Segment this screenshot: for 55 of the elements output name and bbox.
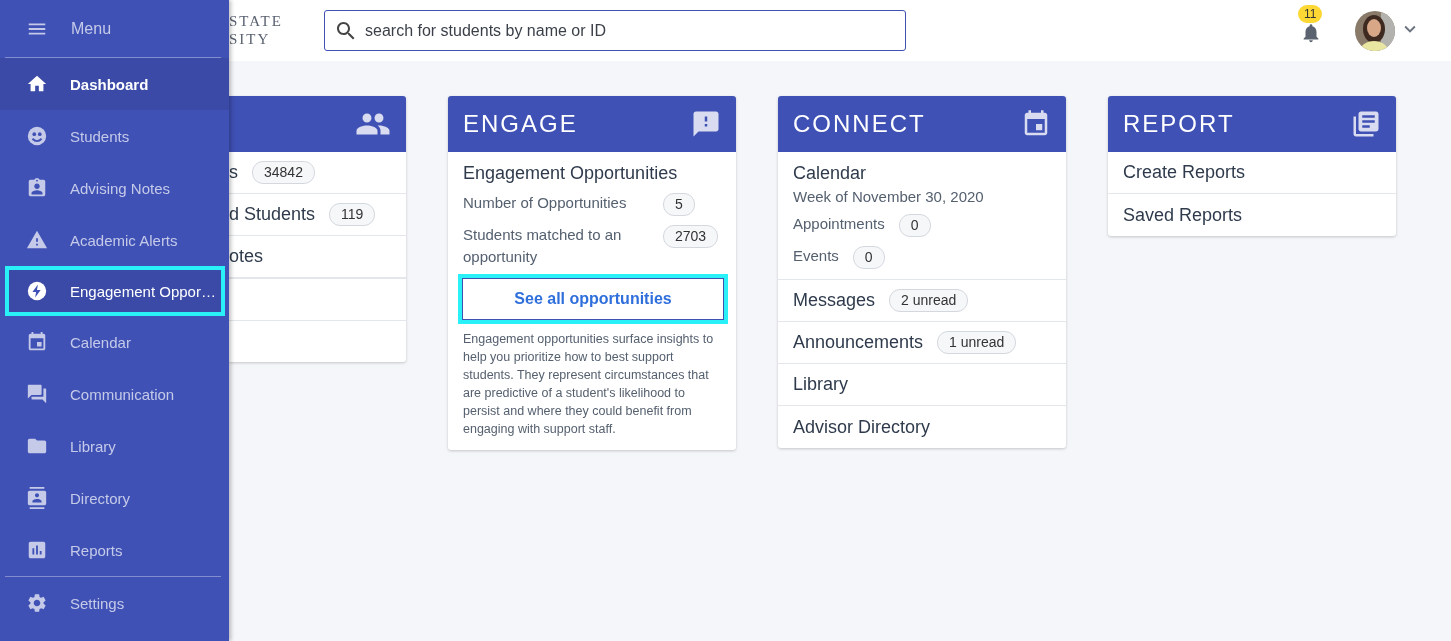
- logo-text: STATE: [229, 11, 284, 30]
- count-badge: 0: [852, 246, 885, 269]
- see-all-button[interactable]: See all opportunities: [462, 278, 724, 320]
- section-title[interactable]: Calendar: [793, 163, 1051, 184]
- bolt-icon: [26, 280, 48, 302]
- clipboard-person-icon: [26, 177, 48, 199]
- week-label: Week of November 30, 2020: [793, 188, 985, 205]
- menu-label: Menu: [71, 19, 112, 38]
- stat-label: Number of Opportunities: [463, 193, 628, 213]
- card-title: ENGAGE: [463, 110, 578, 138]
- count-badge: 5: [663, 193, 695, 216]
- count-badge: 34842: [252, 161, 315, 184]
- count-badge: 1 unread: [937, 331, 1017, 354]
- card-link[interactable]: Saved Reports: [1108, 194, 1396, 236]
- card-link[interactable]: Advisor Directory: [778, 406, 1066, 448]
- warning-icon: [26, 229, 48, 251]
- calendar-icon: [26, 331, 48, 353]
- logo-text: SITY: [229, 29, 272, 48]
- count-badge: 119: [329, 203, 376, 226]
- drawer-item[interactable]: Dashboard: [0, 58, 229, 110]
- card-link[interactable]: s 34842: [229, 152, 406, 194]
- card-link[interactable]: Library: [778, 364, 1066, 406]
- chat-icon: [26, 383, 48, 405]
- alert-bubble-icon: [691, 109, 721, 139]
- search-field[interactable]: search for students by name or ID: [324, 10, 906, 51]
- description-text: Engagement opportunities surface insights to help you prioritize how to best support students. They represent circumstances that are predictive of a student's likelihood to persist and where they could benefit from engaging with support staff.: [462, 331, 715, 438]
- count-badge: 0: [898, 214, 931, 237]
- stat-label: Students matched to an opportunity: [463, 225, 623, 267]
- contact-card-icon: [26, 487, 48, 509]
- card-title: CONNECT: [793, 110, 926, 138]
- drawer-item[interactable]: Students: [0, 110, 229, 162]
- card-link[interactable]: d Students 119: [229, 194, 406, 236]
- stat-label: Events: [793, 246, 839, 266]
- section-title: Engagement Opportunities: [463, 163, 679, 184]
- count-badge: 2703: [663, 225, 719, 248]
- stat-label: Appointments: [793, 214, 885, 234]
- drawer-item[interactable]: Directory: [0, 472, 229, 524]
- settings-icon: [26, 592, 48, 614]
- card-title: REPORT: [1123, 110, 1235, 138]
- count-badge: 2 unread: [889, 289, 969, 312]
- card-link[interactable]: Messages 2 unread: [778, 280, 1066, 322]
- face-icon: [26, 125, 48, 147]
- drawer-item[interactable]: Communication: [0, 368, 229, 420]
- card-link[interactable]: Announcements 1 unread: [778, 322, 1066, 364]
- drawer-item[interactable]: Engagement Oppor…: [5, 266, 225, 316]
- drawer-item[interactable]: Advising Notes: [0, 162, 229, 214]
- drawer-item[interactable]: Reports: [0, 524, 229, 576]
- drawer-item[interactable]: Academic Alerts: [0, 214, 229, 266]
- bar-chart-icon: [26, 539, 48, 561]
- drawer-item[interactable]: Library: [0, 420, 229, 472]
- drawer-item[interactable]: Settings: [0, 577, 229, 629]
- notification-badge: 11: [1298, 4, 1323, 23]
- drawer-item[interactable]: Calendar: [0, 316, 229, 368]
- documents-icon: [1351, 109, 1381, 139]
- card-link[interactable]: Create Reports: [1108, 152, 1396, 194]
